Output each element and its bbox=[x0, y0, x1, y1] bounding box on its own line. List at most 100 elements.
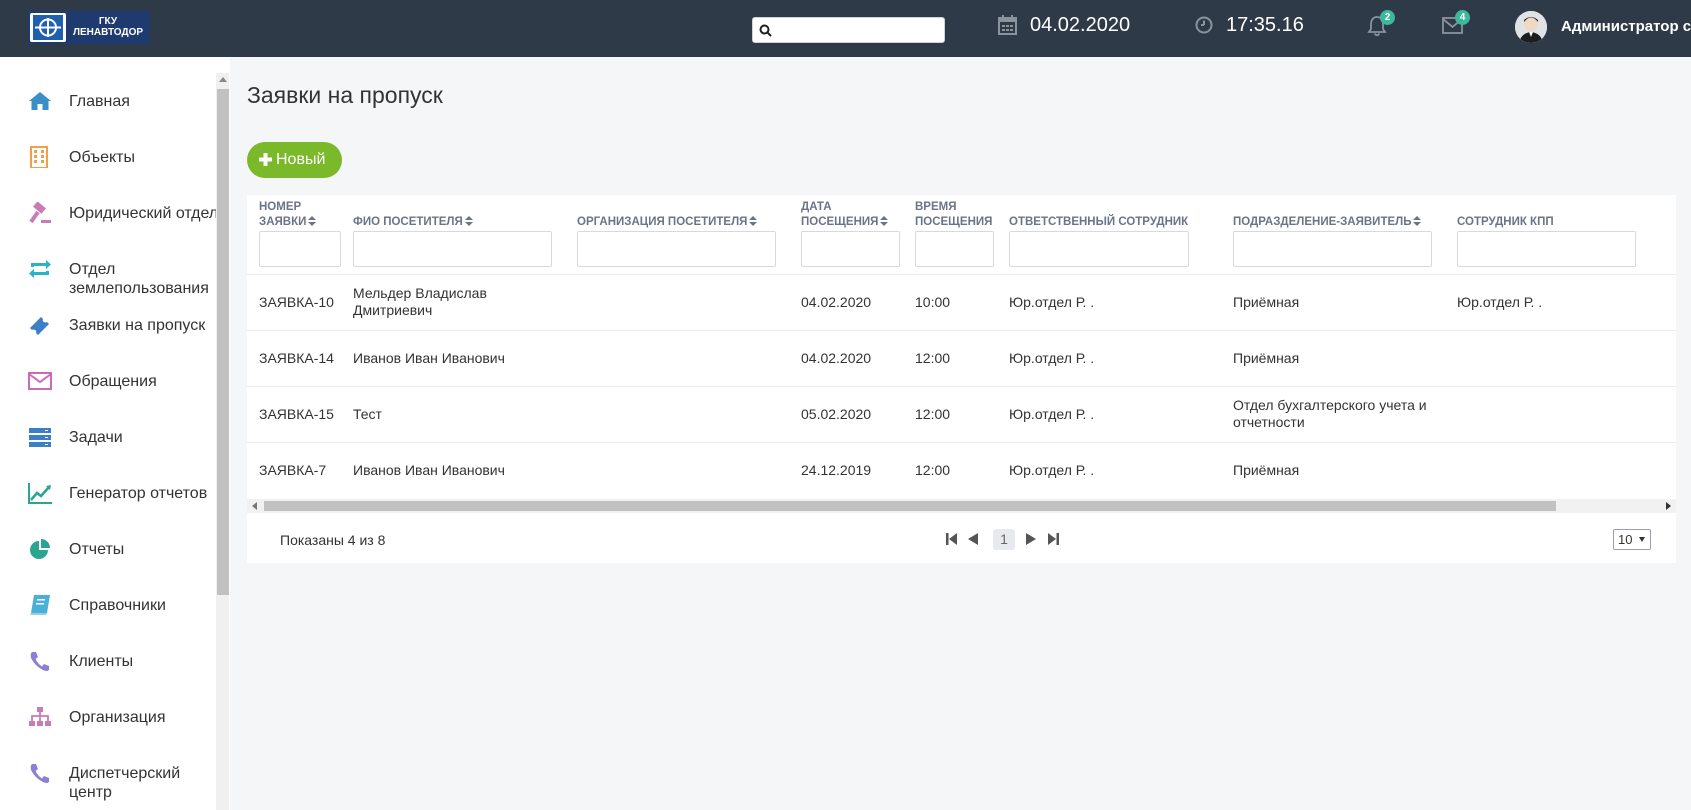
sidebar-item-label: Отчеты bbox=[69, 541, 125, 558]
sidebar-item-legal[interactable]: Юридический отдел bbox=[0, 192, 219, 232]
filter-time-input[interactable] bbox=[915, 231, 994, 267]
table-horizontal-scrollbar[interactable] bbox=[247, 499, 1676, 513]
scroll-left-arrow-icon[interactable] bbox=[252, 502, 257, 510]
search-input[interactable] bbox=[752, 17, 945, 43]
column-header-label: ВРЕМЯ ПОСЕЩЕНИЯ bbox=[915, 201, 993, 228]
column-header-responsible: ОТВЕТСТВЕННЫЙ СОТРУДНИК bbox=[1009, 215, 1188, 230]
cell-time: 12:00 bbox=[915, 462, 951, 478]
cell-responsible: Юр.отдел Р. . bbox=[1009, 462, 1095, 478]
cell-visitor: Иванов Иван Иванович bbox=[353, 462, 505, 478]
chevron-down-icon bbox=[1639, 537, 1645, 542]
sidebar-item-report-generator[interactable]: Генератор отчетов bbox=[0, 472, 216, 512]
sidebar-item-directories[interactable]: Справочники bbox=[0, 584, 216, 624]
logo-mark-icon bbox=[30, 13, 66, 42]
envelope-icon bbox=[28, 372, 52, 390]
logo-text: ГКУ ЛЕНАВТОДОР bbox=[72, 16, 144, 38]
sort-icon[interactable] bbox=[464, 216, 473, 226]
filter-number-input[interactable] bbox=[259, 231, 341, 267]
gavel-icon bbox=[29, 202, 51, 224]
sidebar-item-label: Генератор отчетов bbox=[69, 485, 208, 502]
column-header-number[interactable]: НОМЕР ЗАЯВКИ bbox=[259, 200, 339, 230]
column-header-label: НОМЕР ЗАЯВКИ bbox=[259, 201, 307, 228]
page-size-select[interactable]: 10 bbox=[1613, 529, 1651, 550]
sidebar-item-dispatch-center[interactable]: Диспетчерский центр bbox=[0, 752, 216, 801]
notifications-badge: 2 bbox=[1380, 10, 1395, 25]
column-header-label: ОТВЕТСТВЕННЫЙ СОТРУДНИК bbox=[1009, 216, 1189, 228]
messages-badge: 4 bbox=[1455, 10, 1470, 25]
sort-icon[interactable] bbox=[1413, 216, 1422, 226]
cell-time: 12:00 bbox=[915, 406, 951, 422]
filter-date-input[interactable] bbox=[801, 231, 900, 267]
filter-responsible-input[interactable] bbox=[1009, 231, 1189, 267]
column-header-label: ДАТА ПОСЕЩЕНИЯ bbox=[801, 201, 879, 228]
current-page-button[interactable]: 1 bbox=[993, 529, 1015, 550]
sidebar-item-label: Справочники bbox=[69, 597, 166, 614]
filter-checkpoint-input[interactable] bbox=[1457, 231, 1636, 267]
column-header-date[interactable]: ДАТА ПОСЕЩЕНИЯ bbox=[801, 200, 897, 230]
column-header-label: ФИО ПОСЕТИТЕЛЯ bbox=[353, 216, 463, 228]
sidebar-item-label: Задачи bbox=[69, 429, 123, 446]
cell-visitor: Тест bbox=[353, 406, 382, 422]
filter-visitor-input[interactable] bbox=[353, 231, 552, 267]
search-icon bbox=[759, 24, 772, 37]
home-icon bbox=[29, 92, 51, 110]
previous-page-icon[interactable] bbox=[967, 532, 979, 546]
sort-icon[interactable] bbox=[880, 216, 889, 226]
cell-number: ЗАЯВКА-14 bbox=[259, 350, 334, 366]
column-header-time: ВРЕМЯ ПОСЕЩЕНИЯ bbox=[915, 200, 999, 230]
sidebar-item-label: Обращения bbox=[69, 373, 157, 390]
pie-chart-icon bbox=[30, 539, 50, 559]
cell-responsible: Юр.отдел Р. . bbox=[1009, 294, 1095, 310]
cell-date: 05.02.2020 bbox=[801, 406, 872, 422]
first-page-icon[interactable] bbox=[946, 532, 958, 546]
avatar[interactable] bbox=[1515, 11, 1547, 43]
sort-icon[interactable] bbox=[749, 216, 758, 226]
top-bar: ГКУ ЛЕНАВТОДОР 04.02.2020 17:35.16 2 4 А… bbox=[0, 0, 1691, 57]
sidebar-item-clients[interactable]: Клиенты bbox=[0, 640, 216, 680]
sidebar-item-organization[interactable]: Организация bbox=[0, 696, 216, 736]
building-icon bbox=[30, 146, 48, 168]
cell-date: 04.02.2020 bbox=[801, 294, 872, 310]
cell-visitor: Мельдер Владислав Дмитриевич bbox=[353, 285, 487, 318]
sidebar-item-home[interactable]: Главная bbox=[0, 80, 216, 120]
sidebar-item-land-use[interactable]: Отдел землепользования bbox=[0, 248, 216, 297]
cell-responsible: Юр.отдел Р. . bbox=[1009, 350, 1095, 366]
filter-organization-input[interactable] bbox=[577, 231, 776, 267]
sidebar: Главная Объекты Юридический отдел Отдел … bbox=[0, 57, 230, 810]
filter-department-input[interactable] bbox=[1233, 231, 1432, 267]
sort-icon[interactable] bbox=[308, 216, 317, 226]
table-scroll-thumb[interactable] bbox=[264, 501, 1556, 511]
current-time: 17:35.16 bbox=[1226, 14, 1304, 36]
sidebar-item-label: Организация bbox=[69, 709, 166, 726]
last-page-icon[interactable] bbox=[1047, 532, 1059, 546]
next-page-icon[interactable] bbox=[1025, 532, 1037, 546]
sidebar-item-passes[interactable]: Заявки на пропуск bbox=[0, 304, 216, 344]
scroll-right-arrow-icon[interactable] bbox=[1666, 502, 1671, 510]
passes-table: НОМЕР ЗАЯВКИ ФИО ПОСЕТИТЕЛЯ ОРГАНИЗАЦИЯ … bbox=[247, 195, 1676, 563]
column-header-organization[interactable]: ОРГАНИЗАЦИЯ ПОСЕТИТЕЛЯ bbox=[577, 215, 758, 230]
column-header-visitor[interactable]: ФИО ПОСЕТИТЕЛЯ bbox=[353, 215, 473, 230]
column-header-department[interactable]: ПОДРАЗДЕЛЕНИЕ-ЗАЯВИТЕЛЬ bbox=[1233, 215, 1422, 230]
cell-department: Приёмная bbox=[1233, 294, 1300, 310]
phone-icon bbox=[30, 764, 49, 783]
sidebar-item-reports[interactable]: Отчеты bbox=[0, 528, 216, 568]
new-button-label: Новый bbox=[276, 151, 326, 168]
cell-department: Приёмная bbox=[1233, 462, 1300, 478]
row-divider bbox=[247, 386, 1676, 387]
scroll-up-arrow-icon[interactable] bbox=[219, 77, 227, 82]
user-name[interactable]: Администратор с. . bbox=[1561, 18, 1691, 35]
sidebar-item-label: Юридический отдел bbox=[69, 205, 219, 222]
sidebar-item-label: Объекты bbox=[69, 149, 135, 166]
sidebar-item-appeals[interactable]: Обращения bbox=[0, 360, 216, 400]
row-divider bbox=[247, 442, 1676, 443]
row-divider bbox=[247, 274, 1676, 275]
cell-visitor: Иванов Иван Иванович bbox=[353, 350, 505, 366]
sidebar-item-objects[interactable]: Объекты bbox=[0, 136, 216, 176]
sidebar-item-tasks[interactable]: Задачи bbox=[0, 416, 216, 456]
calendar-icon bbox=[998, 15, 1017, 35]
line-chart-icon bbox=[28, 483, 52, 504]
logo[interactable]: ГКУ ЛЕНАВТОДОР bbox=[28, 11, 150, 44]
sidebar-scroll-thumb[interactable] bbox=[217, 89, 229, 595]
cell-time: 10:00 bbox=[915, 294, 951, 310]
new-button[interactable]: Новый bbox=[247, 142, 342, 178]
